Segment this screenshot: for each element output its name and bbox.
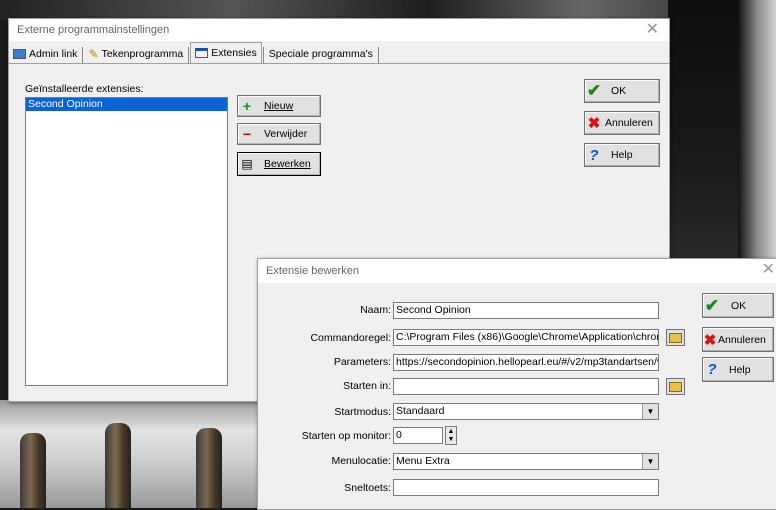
help-icon: ? bbox=[707, 361, 717, 378]
help-button[interactable]: ? Help bbox=[584, 143, 660, 167]
tab-extensies[interactable]: Extensies bbox=[190, 42, 262, 63]
menu-location-label: Menulocatie: bbox=[331, 455, 391, 467]
edit-ok-label: OK bbox=[731, 299, 747, 312]
close-icon[interactable]: ✕ bbox=[762, 261, 775, 279]
edit-help-label: Help bbox=[729, 363, 751, 376]
folder-icon bbox=[669, 332, 682, 343]
command-input[interactable]: C:\Program Files (x86)\Google\Chrome\App… bbox=[393, 329, 659, 346]
monitor-label: Starten op monitor: bbox=[301, 430, 391, 442]
chevron-down-icon[interactable]: ▼ bbox=[642, 454, 658, 469]
menu-location-value: Menu Extra bbox=[396, 455, 450, 467]
new-button-label: Nieuw bbox=[264, 100, 294, 112]
installed-extensions-label: Geïnstalleerde extensies: bbox=[25, 83, 144, 95]
monitor-spinner[interactable]: ▲ ▼ bbox=[445, 426, 457, 445]
xray-tooth bbox=[20, 433, 46, 508]
cancel-button-label: Annuleren bbox=[605, 117, 653, 129]
edit-button[interactable]: ▤ Bewerken bbox=[237, 152, 321, 176]
shortcut-label: Sneltoets: bbox=[344, 482, 391, 494]
monitor-input[interactable]: 0 bbox=[393, 427, 443, 444]
list-item[interactable]: Second Opinion bbox=[26, 98, 227, 111]
edit-help-button[interactable]: ? Help bbox=[702, 357, 774, 382]
admin-link-icon bbox=[13, 49, 26, 59]
tab-admin-link[interactable]: Admin link bbox=[9, 45, 81, 63]
tab-separator bbox=[188, 47, 190, 63]
folder-icon bbox=[669, 381, 682, 392]
browse-start-in-button[interactable] bbox=[666, 378, 685, 395]
edit-cancel-label: Annuleren bbox=[718, 333, 766, 346]
plus-icon: + bbox=[242, 98, 252, 114]
checkmark-icon: ✔ bbox=[586, 81, 602, 100]
delete-button[interactable]: − Verwijder bbox=[237, 123, 321, 145]
help-button-label: Help bbox=[611, 149, 633, 161]
edit-properties-icon: ▤ bbox=[241, 157, 253, 171]
chevron-down-icon[interactable]: ▼ bbox=[642, 404, 658, 419]
tab-strip: Admin link ✎ Tekenprogramma Extensies Sp… bbox=[9, 42, 669, 64]
help-icon: ? bbox=[589, 146, 599, 164]
spin-up-icon[interactable]: ▲ bbox=[448, 428, 455, 435]
tab-label: Extensies bbox=[211, 47, 257, 59]
startmode-label: Startmodus: bbox=[334, 406, 391, 418]
ok-button-label: OK bbox=[611, 85, 627, 97]
background-image-top bbox=[0, 0, 776, 20]
xray-tooth bbox=[105, 423, 131, 508]
tab-label: Tekenprogramma bbox=[101, 48, 184, 60]
field-labels: Naam: Commandoregel: Parameters: Starten… bbox=[258, 259, 391, 509]
cross-icon: ✖ bbox=[703, 331, 717, 349]
close-icon[interactable]: ✕ bbox=[646, 21, 659, 39]
tab-separator bbox=[262, 47, 264, 63]
xray-tooth bbox=[196, 428, 222, 508]
pencil-icon: ✎ bbox=[88, 47, 99, 61]
menu-location-select[interactable]: Menu Extra ▼ bbox=[393, 453, 659, 470]
cancel-button[interactable]: ✖ Annuleren bbox=[584, 111, 660, 135]
start-in-label: Starten in: bbox=[343, 380, 391, 392]
main-dialog-title: Externe programmainstellingen bbox=[17, 24, 170, 36]
edit-button-label: Bewerken bbox=[264, 158, 311, 170]
delete-button-label: Verwijder bbox=[264, 128, 308, 140]
parameters-input[interactable]: https://secondopinion.hellopearl.eu/#/v2… bbox=[393, 354, 659, 371]
checkmark-icon: ✔ bbox=[704, 295, 720, 315]
tab-speciale-programmas[interactable]: Speciale programma's bbox=[265, 45, 377, 63]
startmode-value: Standaard bbox=[396, 405, 445, 417]
name-label: Naam: bbox=[360, 304, 391, 316]
spin-down-icon[interactable]: ▼ bbox=[448, 436, 455, 443]
edit-ok-button[interactable]: ✔ OK bbox=[702, 293, 774, 318]
shortcut-input[interactable] bbox=[393, 479, 659, 496]
parameters-label: Parameters: bbox=[333, 356, 391, 368]
name-input[interactable]: Second Opinion bbox=[393, 302, 659, 319]
window-icon bbox=[195, 48, 209, 58]
ok-button[interactable]: ✔ OK bbox=[584, 79, 660, 103]
main-titlebar: Externe programmainstellingen ✕ bbox=[9, 19, 669, 41]
tab-label: Speciale programma's bbox=[268, 48, 373, 60]
start-in-input[interactable] bbox=[393, 378, 659, 395]
edit-extension-dialog: Extensie bewerken ✕ Naam: Commandoregel:… bbox=[257, 258, 776, 510]
extensions-listbox[interactable]: Second Opinion bbox=[25, 97, 228, 386]
edit-cancel-button[interactable]: ✖ Annuleren bbox=[702, 327, 774, 352]
minus-icon: − bbox=[242, 126, 252, 142]
tab-separator bbox=[82, 47, 84, 63]
browse-command-button[interactable] bbox=[666, 329, 685, 346]
cross-icon: ✖ bbox=[587, 115, 601, 132]
tab-tekenprogramma[interactable]: ✎ Tekenprogramma bbox=[84, 45, 187, 63]
command-label: Commandoregel: bbox=[310, 332, 391, 344]
tab-separator bbox=[377, 47, 379, 63]
background-xray-image bbox=[0, 400, 262, 508]
startmode-select[interactable]: Standaard ▼ bbox=[393, 403, 659, 420]
new-button[interactable]: + Nieuw bbox=[237, 95, 321, 117]
tab-label: Admin link bbox=[29, 48, 78, 60]
